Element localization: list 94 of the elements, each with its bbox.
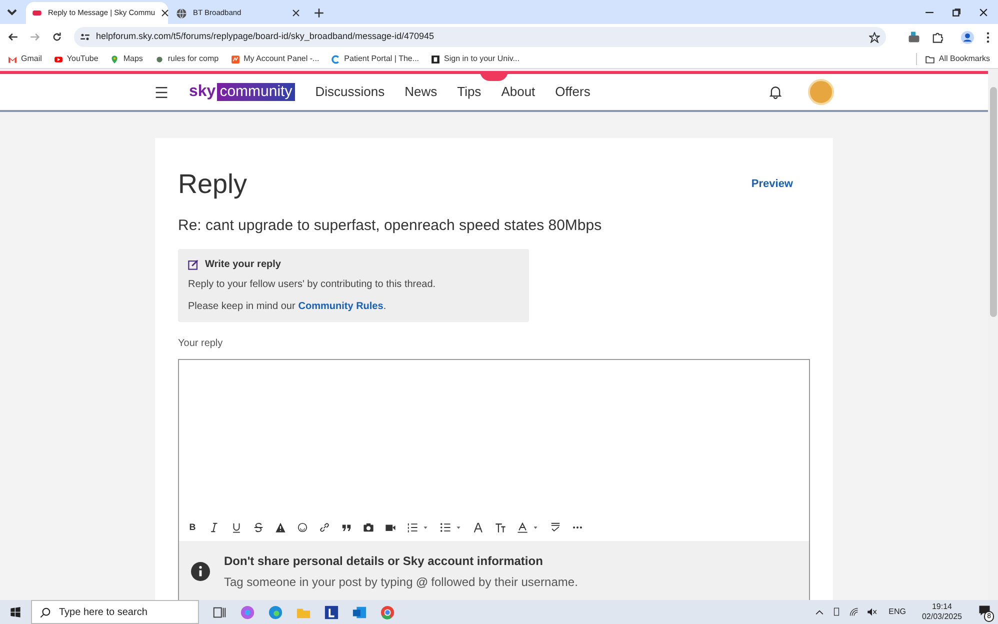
puzzle-icon[interactable] <box>932 32 943 42</box>
numbered-list-icon[interactable] <box>407 522 418 533</box>
info-text: Reply to your fellow users' by contributing to this thread. <box>188 278 437 292</box>
wifi-icon[interactable] <box>848 607 859 617</box>
nav-link[interactable]: Tips <box>457 82 482 102</box>
site-icon <box>32 8 42 18</box>
nav-link[interactable]: News <box>404 82 438 102</box>
edit-icon <box>188 259 199 270</box>
video-icon[interactable] <box>385 522 396 533</box>
taskbar-clock[interactable]: 19:14 02/03/2025 <box>922 602 962 622</box>
field-label: Your reply <box>178 337 224 351</box>
link-icon[interactable] <box>319 522 330 533</box>
search-placeholder: Type here to search <box>59 606 148 620</box>
close-icon[interactable] <box>292 9 300 17</box>
caret-icon[interactable] <box>455 524 462 531</box>
globe-icon <box>176 8 187 18</box>
map-pin-icon <box>110 54 120 64</box>
folder-icon <box>924 54 935 64</box>
extension-badge-icon[interactable] <box>908 31 920 43</box>
strikethrough-icon[interactable] <box>253 522 264 533</box>
play-icon <box>54 54 63 64</box>
browser-app-icon[interactable] <box>268 604 283 620</box>
page-title: Reply <box>178 168 248 201</box>
italic-icon[interactable] <box>209 522 220 533</box>
caret-icon[interactable] <box>422 524 429 531</box>
url-text: helpforum.sky.com/t5/forums/replypage/board-id/sky_broadband/message-id/470945 <box>96 30 436 44</box>
logo-text: community <box>216 83 296 101</box>
quote-icon[interactable] <box>341 522 352 533</box>
clock-date: 02/03/2025 <box>922 612 962 622</box>
task-view-icon[interactable] <box>212 604 227 620</box>
mail-app-icon[interactable] <box>352 604 367 620</box>
book-icon <box>431 54 440 64</box>
font-family-icon[interactable] <box>473 522 484 533</box>
chart-icon <box>230 54 240 64</box>
bookmark[interactable]: rules for comp <box>154 53 219 65</box>
preview-link[interactable]: Preview <box>751 176 793 192</box>
new-tab-icon[interactable] <box>314 8 324 18</box>
site-logo[interactable]: sky community <box>189 80 296 104</box>
info-icon <box>191 562 210 580</box>
chrome-app-icon[interactable] <box>380 604 395 620</box>
bullet-list-icon[interactable] <box>440 522 451 533</box>
bookmark[interactable]: Sign in to your Univ... <box>431 53 520 65</box>
speaker-muted-icon[interactable] <box>866 607 877 617</box>
language-indicator[interactable]: ENG <box>888 606 906 618</box>
chevron-up-icon[interactable] <box>814 608 824 616</box>
text-color-icon[interactable] <box>517 522 528 533</box>
c-logo-icon <box>331 54 340 64</box>
star-icon[interactable] <box>869 32 880 42</box>
underline-icon[interactable] <box>231 522 242 533</box>
rules-link[interactable]: Community Rules <box>298 299 384 314</box>
font-size-icon[interactable] <box>495 522 506 533</box>
reload-icon[interactable] <box>52 32 62 42</box>
close-icon[interactable] <box>979 8 988 16</box>
taskbar-search[interactable]: Type here to search <box>31 600 199 624</box>
profile-icon[interactable] <box>961 30 974 44</box>
message-subject: Re: cant upgrade to superfast, openreach speed states 80Mbps <box>178 216 603 236</box>
search-icon <box>40 606 51 618</box>
menu-icon[interactable] <box>154 86 169 98</box>
more-icon[interactable] <box>986 32 990 42</box>
letter-app-icon[interactable] <box>324 604 339 620</box>
bookmark[interactable]: Maps <box>110 53 143 65</box>
all-bookmarks[interactable]: All Bookmarks <box>916 53 990 65</box>
info-text: Please keep in mind our <box>188 300 296 314</box>
bookmark[interactable]: YouTube <box>54 53 98 65</box>
scrollbar-thumb[interactable] <box>990 87 996 317</box>
bookmark[interactable]: Patient Portal | The... <box>331 53 420 65</box>
nav-link[interactable]: Discussions <box>315 82 385 102</box>
leaf-icon <box>154 54 164 64</box>
caret-icon[interactable] <box>532 524 539 531</box>
info-heading: Write your reply <box>205 258 281 272</box>
notice-heading: Don't share personal details or Sky account information <box>224 552 544 570</box>
notice-text: Tag someone in your post by typing @ followed by their username. <box>224 574 578 590</box>
bookmark[interactable]: Gmail <box>8 53 42 65</box>
address-bar[interactable]: helpforum.sky.com/t5/forums/replypage/board-id/sky_broadband/message-id/470945 <box>74 27 886 47</box>
mail-icon <box>8 54 17 64</box>
info-text: . <box>383 300 386 314</box>
camera-icon[interactable] <box>363 522 374 533</box>
smiley-icon[interactable] <box>297 522 308 533</box>
bookmark[interactable]: My Account Panel -... <box>230 53 320 65</box>
clock-time: 19:14 <box>932 602 952 612</box>
windows-start-icon[interactable] <box>10 606 21 618</box>
back-icon[interactable] <box>8 32 18 42</box>
restore-icon[interactable] <box>952 8 961 16</box>
spellcheck-icon[interactable] <box>550 522 561 533</box>
sparkle-app-icon[interactable] <box>240 604 255 620</box>
nav-link[interactable]: Offers <box>555 82 590 102</box>
nav-link[interactable]: About <box>501 82 536 102</box>
close-icon[interactable] <box>161 9 169 17</box>
site-settings-icon[interactable] <box>80 32 90 42</box>
warning-icon[interactable] <box>275 522 286 533</box>
bell-icon[interactable] <box>769 85 782 99</box>
bold-button[interactable]: B <box>187 522 198 533</box>
device-icon[interactable] <box>832 607 841 617</box>
logo-text: sky <box>189 82 216 102</box>
